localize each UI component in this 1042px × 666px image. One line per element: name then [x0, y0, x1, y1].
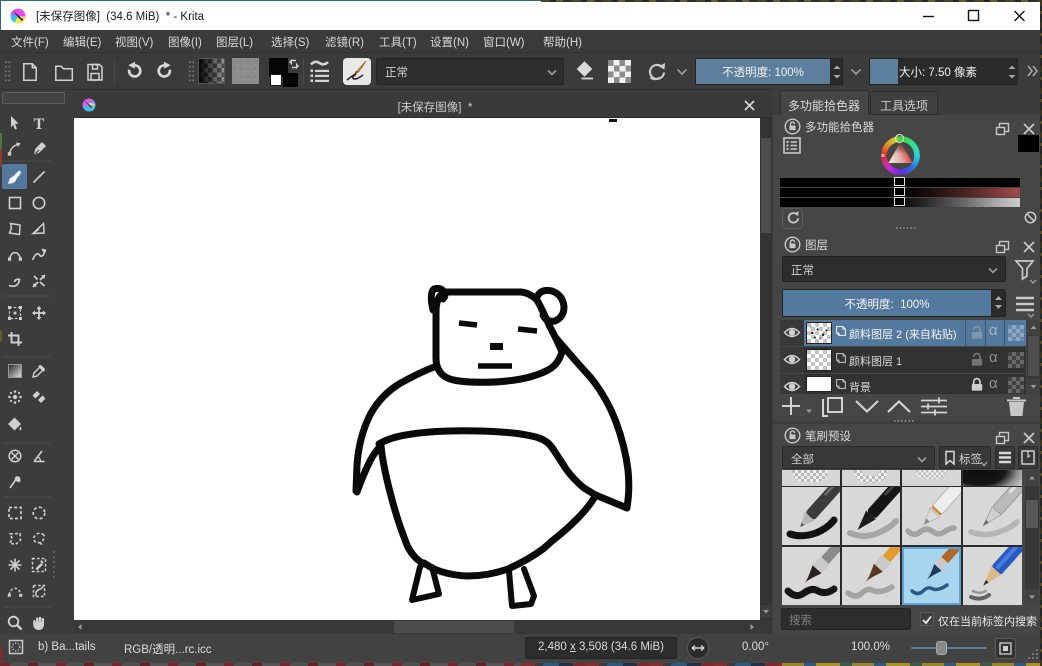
svg-text:T: T [34, 116, 45, 133]
